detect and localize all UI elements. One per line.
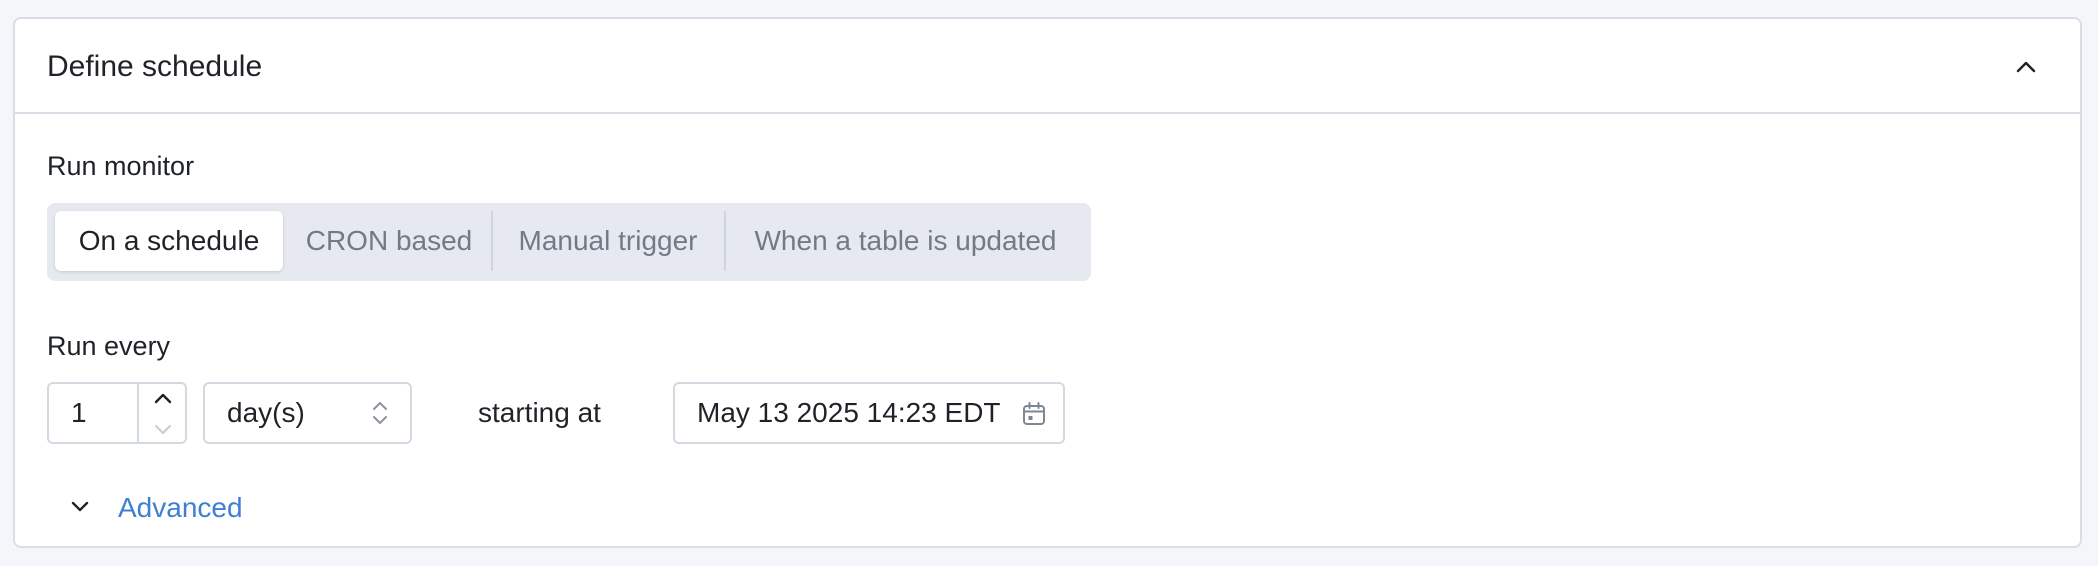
segment-divider <box>724 211 726 271</box>
segment-when-table-updated[interactable]: When a table is updated <box>728 211 1083 271</box>
segment-manual-trigger[interactable]: Manual trigger <box>495 211 721 271</box>
increment-chevron-up-icon[interactable] <box>151 387 175 411</box>
run-every-label: Run every <box>47 331 171 361</box>
interval-stepper[interactable]: 1 <box>47 382 187 444</box>
stepper-divider <box>137 384 139 442</box>
chevron-up-icon <box>2016 61 2036 73</box>
page-title: Define schedule <box>47 50 263 83</box>
decrement-chevron-down-icon[interactable] <box>151 417 175 441</box>
starting-at-label: starting at <box>478 397 601 428</box>
calendar-icon[interactable] <box>1021 401 1047 427</box>
card-header: Define schedule <box>15 19 2080 114</box>
run-monitor-label: Run monitor <box>47 151 195 181</box>
start-datetime-field[interactable]: May 13 2025 14:23 EDT <box>673 382 1065 444</box>
chevron-down-icon[interactable] <box>67 493 93 519</box>
schedule-card: Define schedule Run monitor On a schedul… <box>13 17 2082 548</box>
segment-cron-based[interactable]: CRON based <box>291 211 487 271</box>
unit-select[interactable]: day(s) <box>203 382 412 444</box>
segment-on-a-schedule[interactable]: On a schedule <box>55 211 283 271</box>
collapse-button[interactable] <box>2014 55 2038 79</box>
start-datetime-value: May 13 2025 14:23 EDT <box>697 397 1001 428</box>
run-monitor-segmented-control: On a schedule CRON based Manual trigger … <box>47 203 1091 281</box>
advanced-toggle-link[interactable]: Advanced <box>118 491 243 525</box>
chevron-up-down-icon <box>373 402 387 424</box>
unit-value: day(s) <box>227 397 305 428</box>
segment-divider <box>491 211 493 271</box>
interval-value: 1 <box>71 397 87 428</box>
